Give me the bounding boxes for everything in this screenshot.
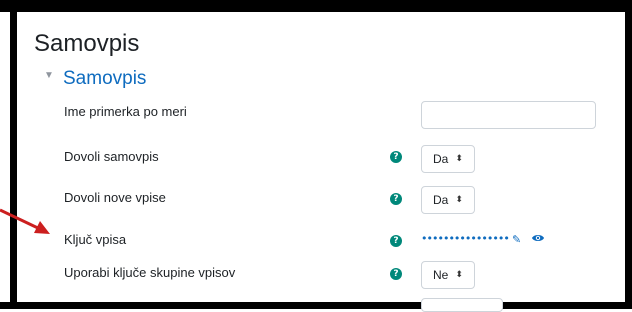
screenshot-border-right bbox=[625, 0, 632, 309]
question-circle-icon[interactable]: ? bbox=[390, 235, 402, 247]
enrolment-key-masked-value[interactable]: •••••••••••••••• bbox=[421, 232, 510, 245]
select-caret-icon: ⬍ bbox=[455, 270, 463, 280]
allow-self-enrol-select[interactable]: Da ⬍ bbox=[421, 145, 475, 173]
instance-name-input[interactable] bbox=[421, 101, 596, 129]
question-circle-icon[interactable]: ? bbox=[390, 268, 402, 280]
annotation-arrow bbox=[0, 208, 50, 234]
enrolment-key-label: Ključ vpisa bbox=[64, 232, 127, 247]
next-field-input[interactable] bbox=[421, 298, 503, 312]
select-caret-icon: ⬍ bbox=[455, 154, 463, 164]
eye-icon[interactable] bbox=[531, 232, 545, 244]
allow-self-enrol-label: Dovoli samovpis bbox=[64, 149, 159, 164]
allow-new-enrol-select[interactable]: Da ⬍ bbox=[421, 186, 475, 214]
allow-new-enrol-label: Dovoli nove vpise bbox=[64, 190, 166, 205]
instance-name-label: Ime primerka po meri bbox=[64, 104, 187, 119]
use-group-keys-value: Ne bbox=[433, 268, 449, 282]
question-circle-icon[interactable]: ? bbox=[390, 193, 402, 205]
screenshot-border-top bbox=[0, 0, 632, 12]
screenshot-border-bottom bbox=[0, 302, 632, 309]
allow-self-enrol-value: Da bbox=[433, 152, 449, 166]
question-circle-icon[interactable]: ? bbox=[390, 151, 402, 163]
allow-new-enrol-value: Da bbox=[433, 193, 449, 207]
use-group-keys-label: Uporabi ključe skupine vpisov bbox=[64, 265, 236, 280]
select-caret-icon: ⬍ bbox=[455, 195, 463, 205]
pencil-icon[interactable]: ✎ bbox=[512, 233, 521, 246]
use-group-keys-select[interactable]: Ne ⬍ bbox=[421, 261, 475, 289]
section-title[interactable]: Samovpis bbox=[63, 68, 146, 90]
